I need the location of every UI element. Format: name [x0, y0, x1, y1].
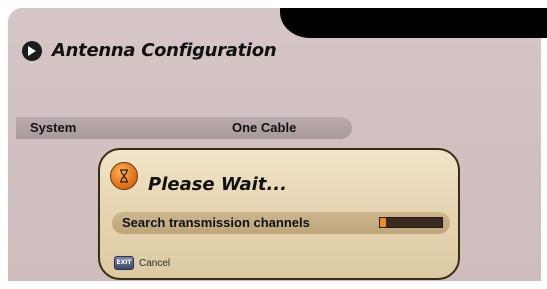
search-progress-fill	[380, 218, 387, 227]
please-wait-dialog: Please Wait... Search transmission chann…	[98, 148, 460, 280]
tv-screen: Antenna Configuration System One Cable P…	[0, 0, 547, 289]
page-title: Antenna Configuration	[52, 40, 277, 61]
dialog-title: Please Wait...	[148, 174, 287, 195]
exit-key-icon[interactable]: EXIT	[114, 256, 134, 270]
search-status-label: Search transmission channels	[122, 215, 310, 230]
hourglass-glyph	[120, 169, 128, 183]
cancel-hint[interactable]: EXIT Cancel	[114, 256, 170, 270]
system-label: System	[30, 120, 77, 135]
panel-tab-corner	[280, 8, 547, 38]
search-status-row: Search transmission channels	[112, 212, 450, 234]
arrow-right-circle-icon	[22, 40, 42, 61]
system-value: One Cable	[232, 120, 297, 135]
system-setting-row[interactable]: System One Cable	[16, 117, 352, 139]
search-progress-bar	[379, 217, 443, 228]
hourglass-icon	[110, 162, 138, 190]
cancel-label: Cancel	[139, 257, 171, 269]
screen-header: Antenna Configuration	[22, 40, 277, 61]
